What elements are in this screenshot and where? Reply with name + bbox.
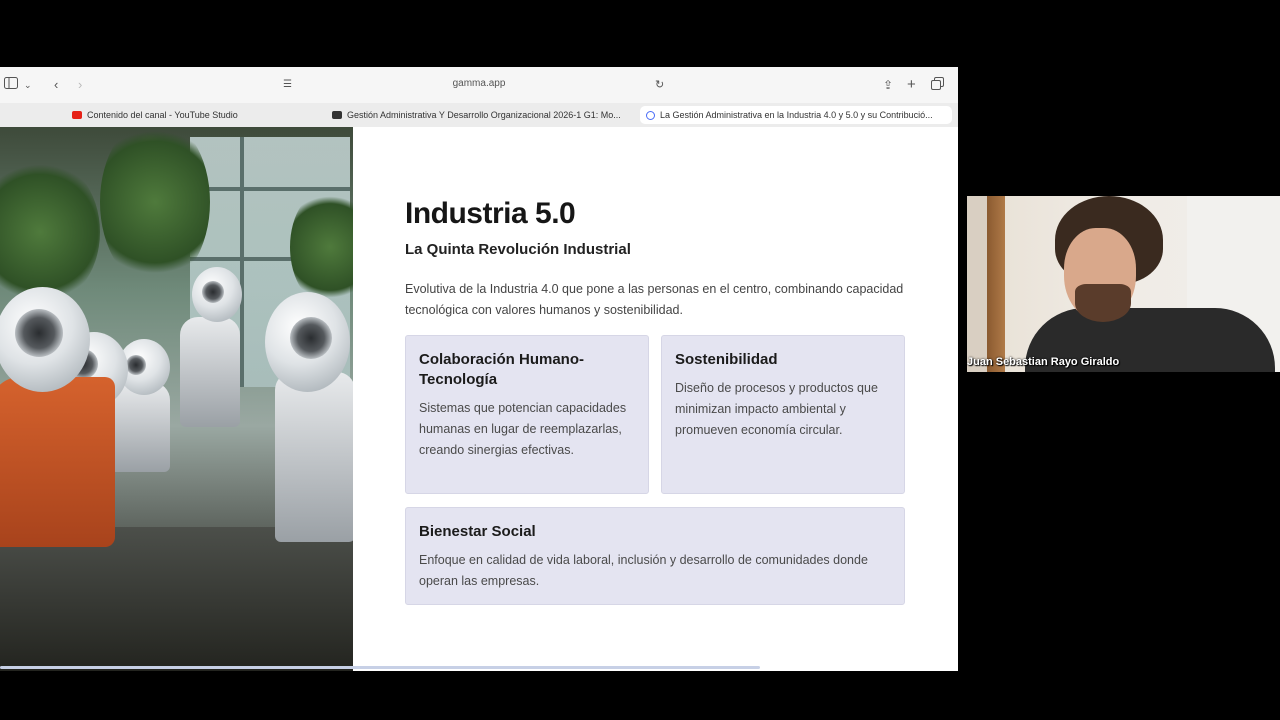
- horizontal-scrollbar[interactable]: [0, 666, 760, 669]
- webcam-feed: Juan Sebastian Rayo Giraldo: [967, 196, 1280, 372]
- person-beard: [1075, 284, 1131, 322]
- tab-label: Gestión Administrativa Y Desarrollo Orga…: [347, 110, 621, 120]
- participant-name: Juan Sebastian Rayo Giraldo: [967, 356, 1120, 368]
- tab-moodle-course[interactable]: Gestión Administrativa Y Desarrollo Orga…: [332, 106, 627, 124]
- card-text: Enfoque en calidad de vida laboral, incl…: [419, 553, 868, 588]
- presentation-slide: Industria 5.0 La Quinta Revolución Indus…: [353, 127, 958, 671]
- address-bar[interactable]: gamma.app: [0, 78, 958, 89]
- workbench: [0, 527, 353, 671]
- card-title: Sostenibilidad: [675, 351, 778, 368]
- card-text: Diseño de procesos y productos que minim…: [675, 381, 878, 437]
- card-sustainability: Sostenibilidad Diseño de procesos y prod…: [661, 335, 905, 494]
- tabs-icon[interactable]: [931, 77, 944, 94]
- slide-title: Industria 5.0: [405, 197, 576, 230]
- plus-icon[interactable]: +: [907, 77, 916, 93]
- card-social-wellbeing: Bienestar Social Enfoque en calidad de v…: [405, 507, 905, 605]
- browser-window: ⌄ ‹ › ☰ gamma.app ↻ ⇪ + Contenido del ca…: [0, 67, 958, 671]
- card-text: Sistemas que potencian capacidades human…: [419, 401, 627, 457]
- reload-icon[interactable]: ↻: [655, 77, 664, 93]
- tab-label: Contenido del canal - YouTube Studio: [87, 110, 238, 120]
- tab-gamma-presentation[interactable]: La Gestión Administrativa en la Industri…: [640, 106, 952, 124]
- tab-bar: Contenido del canal - YouTube Studio Ges…: [0, 103, 958, 128]
- card-title: Bienestar Social: [419, 523, 536, 540]
- youtube-icon: [72, 111, 82, 119]
- robots-factory-image: [0, 127, 353, 671]
- share-icon[interactable]: ⇪: [883, 77, 893, 93]
- card-title: Colaboración Humano-Tecnología: [419, 351, 585, 388]
- door: [987, 196, 1005, 372]
- tab-label: La Gestión Administrativa en la Industri…: [660, 110, 933, 120]
- gamma-icon: [646, 110, 655, 120]
- slide-description: Evolutiva de la Industria 4.0 que pone a…: [405, 282, 904, 317]
- card-collaboration: Colaboración Humano-Tecnología Sistemas …: [405, 335, 649, 494]
- slide-subtitle: La Quinta Revolución Industrial: [405, 241, 631, 258]
- tab-youtube-studio[interactable]: Contenido del canal - YouTube Studio: [72, 106, 322, 124]
- moodle-icon: [332, 111, 342, 119]
- page-content: Industria 5.0 La Quinta Revolución Indus…: [0, 127, 958, 671]
- browser-toolbar: ⌄ ‹ › ☰ gamma.app ↻ ⇪ +: [0, 67, 958, 103]
